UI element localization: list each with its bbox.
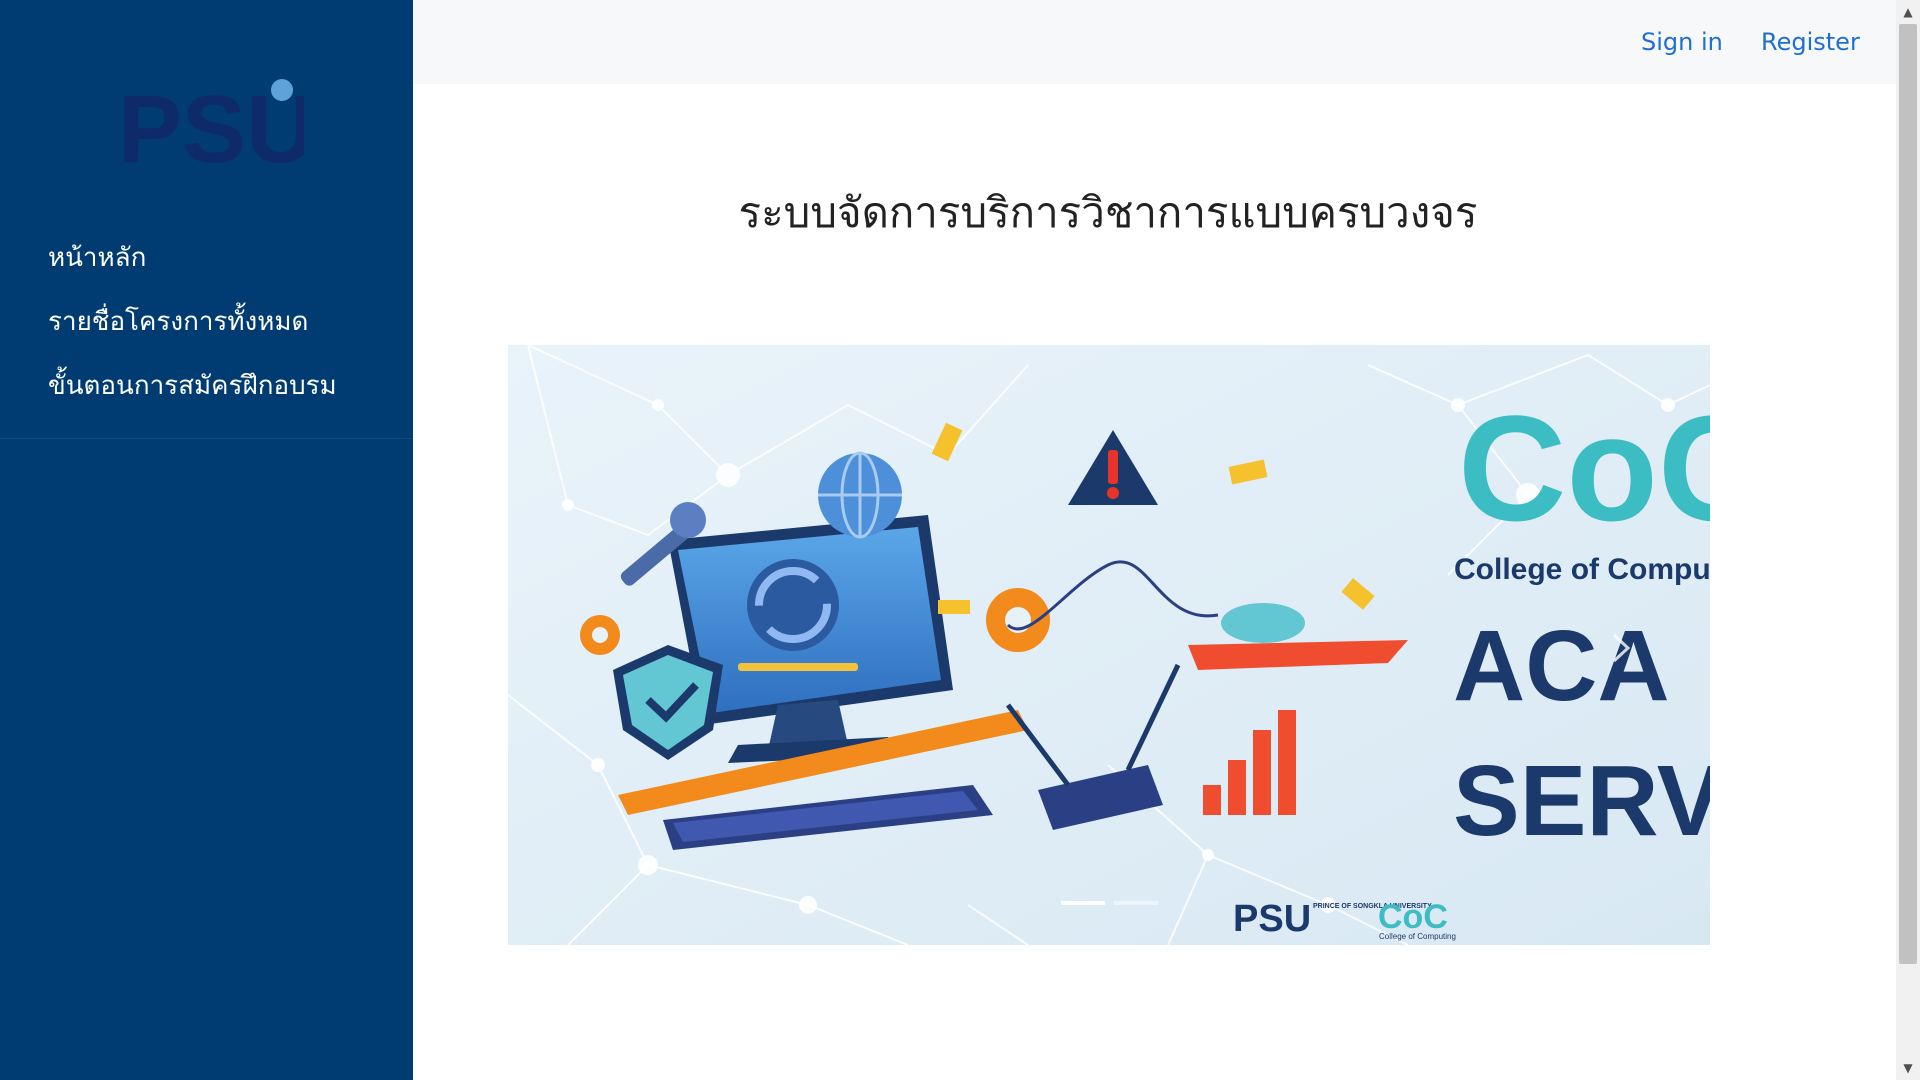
banner-headline-1: ACA [1453,610,1670,722]
logo-dot [271,79,293,101]
sidebar-nav: หน้าหลัก รายชื่อโครงการทั้งหมด ขั้นตอนกา… [0,226,413,418]
banner-image: CoC College of Compu ACA SERV PSU PRINCE… [508,345,1710,945]
carousel-indicator-1[interactable] [1061,901,1105,905]
main-content: ระบบจัดการบริการวิชาการแบบครบวงจร Co Col… [413,84,1896,1080]
footer-coc-logo: CoC [1378,898,1448,936]
coc-logo: CoC [1458,384,1710,552]
signin-link[interactable]: Sign in [1641,0,1723,84]
footer-psu-logo: PSU [1233,898,1311,940]
scroll-down-icon[interactable]: ▼ [1896,1056,1920,1080]
svg-text:CoC: CoC [1458,384,1710,552]
banner-org-text: College of Compu [1454,553,1710,586]
scroll-thumb[interactable] [1899,24,1917,964]
banner-carousel[interactable]: CoC College of Compu ACA SERV PSU PRINCE… [508,345,1710,945]
vertical-scrollbar[interactable]: ▲ ▼ [1896,0,1920,1080]
globe-illustration [818,451,902,539]
register-link[interactable]: Register [1761,0,1860,84]
top-bar: Sign in Register [413,0,1896,84]
footer-coc-text: College of Computing [1379,932,1456,941]
scroll-up-icon[interactable]: ▲ [1896,0,1920,24]
sidebar-divider [0,438,413,439]
sidebar-item-home[interactable]: หน้าหลัก [0,226,413,290]
psu-logo[interactable]: PSU [114,76,315,183]
sidebar-item-all-projects[interactable]: รายชื่อโครงการทั้งหมด [0,290,413,354]
sidebar-item-training-steps[interactable]: ขั้นตอนการสมัครฝึกอบรม [0,354,413,418]
sidebar: PSU หน้าหลัก รายชื่อโครงการทั้งหมด ขั้นต… [0,0,413,1080]
banner-headline-2: SERV [1453,745,1710,857]
carousel-indicator-2[interactable] [1114,901,1158,905]
page-title: ระบบจัดการบริการวิชาการแบบครบวงจร [738,188,1478,237]
